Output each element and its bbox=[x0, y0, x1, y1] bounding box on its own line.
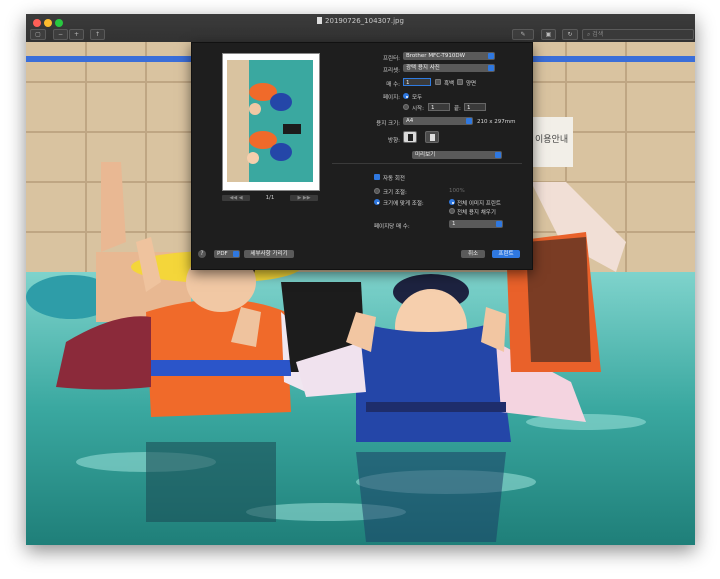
rotate-button[interactable]: ↻ bbox=[562, 29, 578, 40]
preview-image bbox=[227, 60, 313, 182]
pages-all-radio[interactable] bbox=[403, 93, 409, 99]
print-dialog: ◀◀ ◀ 1/1 ▶ ▶▶ 프린터: Brother MFC-T910DW 프리… bbox=[191, 42, 533, 270]
help-button[interactable]: ? bbox=[198, 250, 206, 258]
pages-range-radio[interactable] bbox=[403, 104, 409, 110]
paper-size-popup[interactable]: A4 bbox=[403, 117, 473, 125]
copies-per-page-label: 페이지당 매 수: bbox=[374, 224, 410, 230]
pages-all-label: 모두 bbox=[412, 95, 423, 101]
pdf-menu-button[interactable]: PDF bbox=[214, 250, 240, 258]
black-white-checkbox[interactable] bbox=[435, 79, 441, 85]
duplex-label: 양면 bbox=[466, 81, 477, 87]
page-navigation: ◀◀ ◀ 1/1 ▶ ▶▶ bbox=[222, 195, 318, 203]
landscape-orientation-button[interactable] bbox=[425, 131, 439, 143]
divider bbox=[332, 163, 522, 164]
scale-to-fit-label: 크기에 맞게 조절: bbox=[383, 201, 424, 207]
section-popup[interactable]: 미리보기 bbox=[412, 151, 502, 159]
markup-toolbar-button[interactable]: ▣ bbox=[541, 29, 556, 40]
pages-to-label: 끝: bbox=[454, 106, 461, 112]
window-title: 20190726_104307.jpg bbox=[26, 17, 695, 25]
pages-from-label: 시작: bbox=[412, 106, 424, 112]
auto-rotate-label: 자동 회전 bbox=[383, 176, 405, 182]
pages-to-field[interactable]: 1 bbox=[464, 103, 486, 111]
fit-print-entire-radio[interactable] bbox=[449, 199, 455, 205]
pages-label: 페이지: bbox=[382, 95, 400, 101]
paper-dimensions: 210 x 297mm bbox=[477, 119, 516, 125]
svg-text:이용안내: 이용안내 bbox=[535, 134, 568, 145]
portrait-icon bbox=[408, 134, 413, 141]
presets-label: 프리셋: bbox=[382, 68, 400, 74]
fit-fill-paper-label: 전체 용지 채우기 bbox=[457, 210, 496, 216]
paper-size-label: 용지 크기: bbox=[376, 121, 400, 127]
popup-arrow-icon bbox=[496, 221, 502, 227]
print-preview-thumbnail bbox=[222, 53, 320, 191]
popup-arrow-icon bbox=[488, 53, 494, 59]
pages-from-field[interactable]: 1 bbox=[428, 103, 450, 111]
fit-print-entire-label: 전체 이미지 프린트 bbox=[457, 201, 501, 207]
next-page-button[interactable]: ▶ ▶▶ bbox=[290, 195, 318, 201]
title-bar: 20190726_104307.jpg ▢ − + ↑ ✎ ▣ ↻ ⌕ 검색 bbox=[26, 14, 695, 43]
scale-to-fit-radio[interactable] bbox=[374, 199, 380, 205]
scale-label: 크기 조절: bbox=[383, 190, 407, 196]
presets-popup[interactable]: 광택 용지 사진 bbox=[403, 64, 495, 72]
landscape-icon bbox=[430, 134, 435, 141]
duplex-checkbox[interactable] bbox=[457, 79, 463, 85]
zoom-in-button[interactable]: + bbox=[69, 29, 84, 40]
portrait-orientation-button[interactable] bbox=[403, 131, 417, 143]
cancel-button[interactable]: 취소 bbox=[461, 250, 485, 258]
markup-button[interactable]: ✎ bbox=[512, 29, 534, 40]
hide-details-button[interactable]: 세부사항 가리기 bbox=[244, 250, 294, 258]
copies-label: 매 수: bbox=[386, 82, 400, 88]
printer-popup[interactable]: Brother MFC-T910DW bbox=[403, 52, 495, 60]
print-button[interactable]: 프린트 bbox=[492, 250, 520, 258]
popup-arrow-icon bbox=[488, 65, 494, 71]
share-button[interactable]: ↑ bbox=[90, 29, 105, 40]
sidebar-toggle-button[interactable]: ▢ bbox=[30, 29, 46, 40]
black-white-label: 흑백 bbox=[444, 81, 455, 87]
scale-value: 100% bbox=[449, 188, 465, 194]
scale-radio[interactable] bbox=[374, 188, 380, 194]
search-field[interactable]: ⌕ 검색 bbox=[582, 29, 694, 40]
document-icon bbox=[317, 17, 323, 24]
copies-field[interactable]: 1 bbox=[403, 78, 431, 86]
fit-fill-paper-radio[interactable] bbox=[449, 208, 455, 214]
orientation-label: 방향: bbox=[388, 138, 400, 144]
auto-rotate-checkbox[interactable] bbox=[374, 174, 380, 180]
printer-label: 프린터: bbox=[382, 56, 400, 62]
copies-per-page-popup[interactable]: 1 bbox=[449, 220, 503, 228]
zoom-out-button[interactable]: − bbox=[53, 29, 68, 40]
chevron-down-icon bbox=[233, 251, 239, 257]
popup-arrow-icon bbox=[495, 152, 501, 158]
preview-window: 20190726_104307.jpg ▢ − + ↑ ✎ ▣ ↻ ⌕ 검색 이… bbox=[26, 14, 695, 545]
popup-arrow-icon bbox=[466, 118, 472, 124]
